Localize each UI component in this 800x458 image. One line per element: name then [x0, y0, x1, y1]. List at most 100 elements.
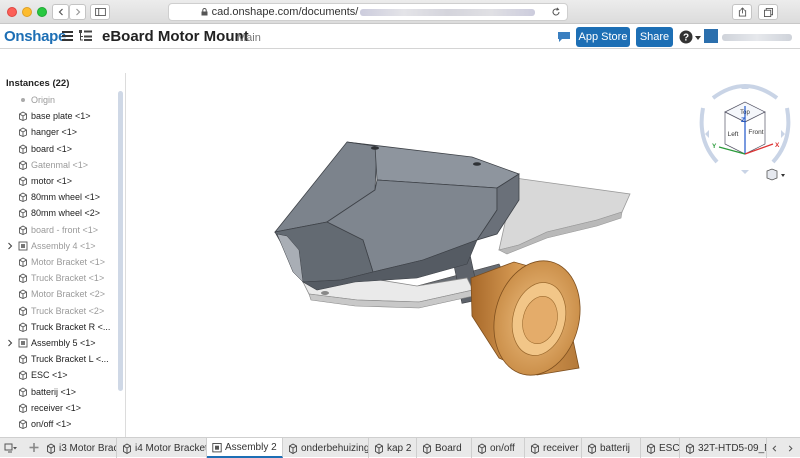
instance-item[interactable]: ESC <1>: [0, 367, 118, 383]
partstudio-icon: [686, 442, 694, 454]
tabs-overview-button[interactable]: [758, 4, 778, 20]
instance-label: Motor Bracket <1>: [31, 257, 106, 267]
share-button[interactable]: Share: [636, 27, 673, 47]
scroll-tabs-right-button[interactable]: [783, 438, 798, 458]
menu-icon[interactable]: [62, 31, 73, 41]
back-button[interactable]: [52, 4, 69, 20]
zoom-window-button[interactable]: [37, 7, 47, 17]
document-tab[interactable]: on/off: [472, 438, 525, 458]
instance-item[interactable]: batterij <1>: [0, 384, 118, 400]
arrow-down-icon[interactable]: [741, 170, 749, 174]
assembly-icon: [18, 241, 28, 251]
document-tab[interactable]: i3 Motor Bracket: [42, 438, 117, 458]
onshape-logo[interactable]: Onshape: [4, 28, 66, 45]
document-title[interactable]: eBoard Motor Mount: [102, 28, 249, 45]
rotate-arc-left-icon[interactable]: [699, 107, 719, 164]
part-icon: [19, 273, 27, 284]
branch-label[interactable]: Main: [237, 32, 261, 44]
document-tab[interactable]: onderbehuizing: [283, 438, 369, 458]
add-tab-icon[interactable]: [29, 443, 39, 452]
cube-face-front[interactable]: Front: [748, 129, 763, 136]
instance-label: hanger <1>: [31, 127, 78, 138]
minimize-window-button[interactable]: [22, 7, 32, 17]
tab-label: i3 Motor Bracket: [59, 442, 116, 454]
instance-label: ESC <1>: [31, 370, 68, 381]
instance-item[interactable]: base plate <1>: [0, 108, 118, 124]
sidebar-toggle-button[interactable]: [90, 4, 110, 20]
document-tab[interactable]: Board: [417, 438, 472, 458]
instance-label: Origin: [31, 95, 56, 105]
instance-label: on/off <1>: [31, 419, 72, 429]
instance-item[interactable]: board <1>: [0, 141, 118, 157]
app-store-button[interactable]: App Store: [576, 27, 630, 47]
motor-bracket-part[interactable]: [274, 141, 520, 291]
comments-icon[interactable]: [557, 31, 571, 43]
document-tab[interactable]: receiver: [525, 438, 582, 458]
document-tab[interactable]: i4 Motor Bracket: [117, 438, 207, 458]
instance-item[interactable]: Assembly 4 <1>: [0, 238, 118, 254]
share-sheet-button[interactable]: [732, 4, 752, 20]
rotate-arc-right-icon[interactable]: [771, 107, 791, 164]
part-icon: [19, 127, 27, 138]
chevron-right-icon[interactable]: [7, 242, 13, 250]
browser-toolbar: cad.onshape.com/documents/: [0, 0, 800, 24]
tab-label: batterij: [600, 442, 631, 454]
arrow-left-icon[interactable]: [705, 130, 709, 138]
chevron-right-icon: [788, 445, 793, 451]
instance-item[interactable]: Motor Bracket <2>: [0, 286, 118, 302]
y-axis-label: Y: [712, 143, 717, 150]
arrow-right-icon[interactable]: [781, 130, 785, 138]
address-bar[interactable]: cad.onshape.com/documents/: [168, 3, 568, 21]
wheel-part[interactable]: [470, 252, 592, 385]
instance-item[interactable]: on/off <1>: [0, 416, 118, 432]
lock-icon: [201, 8, 208, 16]
instance-item[interactable]: Origin: [0, 92, 118, 108]
url-redacted: [360, 8, 536, 16]
chevron-right-icon[interactable]: [7, 339, 13, 347]
tab-manager-icon[interactable]: [4, 443, 17, 453]
document-tab[interactable]: ESC: [641, 438, 680, 458]
user-name-redacted[interactable]: [722, 34, 792, 41]
instance-item[interactable]: Truck Bracket <1>: [0, 270, 118, 286]
scroll-tabs-left-button[interactable]: [767, 438, 782, 458]
view-options-dropdown[interactable]: [765, 168, 787, 182]
instance-item[interactable]: hanger <1>: [0, 124, 118, 140]
origin-icon: [21, 98, 25, 102]
part-icon: [19, 419, 27, 429]
document-tab[interactable]: kap 2: [369, 438, 417, 458]
instance-item[interactable]: 80mm wheel <1>: [0, 189, 118, 205]
part-icon: [19, 192, 27, 203]
chevron-down-icon[interactable]: [695, 36, 701, 40]
instance-item[interactable]: Motor Bracket <1>: [0, 254, 118, 270]
instance-item[interactable]: Truck Bracket <2>: [0, 303, 118, 319]
instance-item[interactable]: receiver <1>: [0, 400, 118, 416]
instance-label: Motor Bracket <2>: [31, 289, 106, 300]
instance-item[interactable]: Truck Bracket R <...: [0, 319, 118, 335]
avatar[interactable]: [704, 29, 718, 43]
instances-scrollbar[interactable]: [118, 91, 123, 391]
instance-item[interactable]: board - front <1>: [0, 222, 118, 238]
app-header: Onshape eBoard Motor Mount Main App Stor…: [0, 25, 800, 49]
cube-face-left[interactable]: Left: [728, 131, 739, 138]
instance-item[interactable]: 80mm wheel <2>: [0, 205, 118, 221]
document-tab[interactable]: Assembly 2: [207, 438, 283, 458]
part-icon: [19, 306, 27, 316]
instance-item[interactable]: Truck Bracket L <...: [0, 351, 118, 367]
instance-label: motor <1>: [31, 176, 73, 186]
partstudio-icon: [531, 442, 539, 454]
instance-item[interactable]: Assembly 5 <1>: [0, 335, 118, 351]
tab-label: kap 2: [387, 442, 412, 454]
graphics-viewport[interactable]: Top Left Front Z X Y: [127, 50, 800, 437]
tab-manager-controls: [4, 443, 39, 453]
instance-item[interactable]: motor <1>: [0, 173, 118, 189]
document-tab[interactable]: batterij: [582, 438, 641, 458]
close-window-button[interactable]: [7, 7, 17, 17]
help-icon[interactable]: ?: [679, 30, 693, 44]
forward-button[interactable]: [69, 4, 86, 20]
partstudio-icon: [647, 442, 655, 454]
instance-item[interactable]: Gatenmal <1>: [0, 157, 118, 173]
tab-label: on/off: [490, 442, 515, 454]
reload-icon[interactable]: [551, 7, 561, 17]
document-tab[interactable]: 32T-HTD5-09_MM: [680, 438, 767, 458]
feature-list-icon[interactable]: [79, 30, 92, 42]
